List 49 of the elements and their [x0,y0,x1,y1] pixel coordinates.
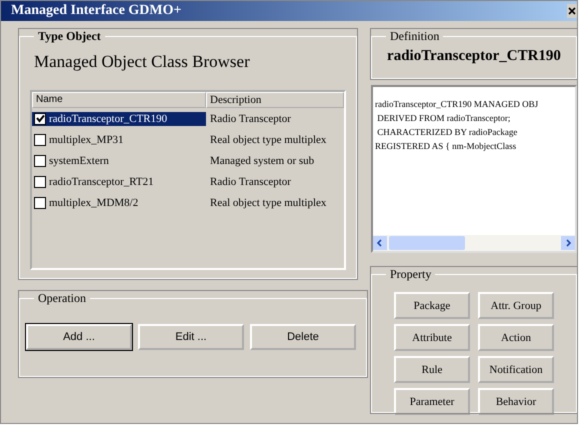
definition-line: radioTransceptor_CTR190 MANAGED OBJ [375,98,540,111]
property-button[interactable]: Notification [478,356,554,383]
operation-button[interactable]: Edit ... [138,324,244,350]
object-description: Radio Transceptor [209,176,291,188]
operation-button[interactable]: Delete [250,324,356,350]
object-description: Real object type multiplex [209,196,326,208]
list-item[interactable]: systemExtern [32,154,206,168]
group-legend: Type Object [34,29,105,44]
scroll-right-icon[interactable] [561,236,575,250]
property-button[interactable]: Parameter [394,388,470,415]
object-description: Real object type multiplex [209,134,326,146]
operation-button[interactable]: Add ... [26,324,132,350]
checkbox[interactable] [34,176,46,188]
column-header[interactable]: Description [206,92,344,108]
group-legend: Definition [386,29,444,44]
object-description: Managed system or sub [209,154,314,166]
horizontal-scrollbar[interactable] [373,235,575,251]
group-legend: Property [386,267,436,282]
property-button[interactable]: Behavior [478,388,554,415]
definition-name: radioTransceptor_CTR190 [386,48,562,65]
definition-line: DERIVED FROM radioTransceptor; [376,112,512,125]
list-item[interactable]: radioTransceptor_CTR190 [32,112,206,126]
property-button[interactable]: Action [478,324,554,351]
property-button[interactable]: Package [394,292,470,319]
list-item[interactable]: radioTransceptor_RT21 [32,174,206,188]
object-description: Radio Transceptor [209,112,291,124]
checkbox[interactable] [34,154,46,166]
list-item[interactable]: multiplex_MDM8/2 [32,196,206,210]
definition-text-area[interactable]: radioTransceptor_CTR190 MANAGED OBJ DERIVED FROM radioTransceptor; CHARACTERIZED BY radioPackage REGISTERED AS { nm-MobjectClass [371,85,577,253]
object-name: radioTransceptor_RT21 [49,176,154,188]
definition-line: REGISTERED AS { nm-MobjectClass [375,140,518,153]
scroll-left-icon[interactable] [373,236,387,250]
property-button[interactable]: Rule [394,356,470,383]
group-legend: Operation [34,291,90,306]
property-button[interactable]: Attr. Group [478,292,554,319]
window-title: Managed Interface GDMO+ [11,3,182,19]
property-button[interactable]: Attribute [394,324,470,351]
close-icon[interactable] [567,4,577,18]
checkbox[interactable] [34,134,46,146]
object-name: systemExtern [49,154,109,166]
browser-heading: Managed Object Class Browser [33,51,251,73]
checkbox[interactable] [34,112,46,124]
column-header[interactable]: Name [32,92,206,108]
object-name: radioTransceptor_CTR190 [49,112,168,124]
checkbox[interactable] [34,196,46,208]
definition-line: CHARACTERIZED BY radioPackage [376,126,518,139]
object-name: multiplex_MP31 [49,134,124,146]
object-name: multiplex_MDM8/2 [49,196,138,208]
list-item[interactable]: multiplex_MP31 [32,132,206,146]
